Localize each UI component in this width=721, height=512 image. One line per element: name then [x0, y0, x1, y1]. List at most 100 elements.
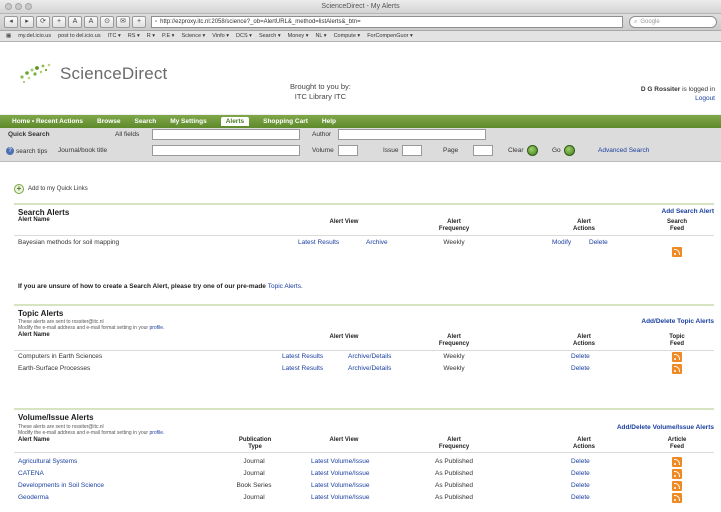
- archive-details-link[interactable]: Archive/Details: [348, 353, 391, 360]
- clear-button[interactable]: [527, 145, 538, 156]
- bookmark-item[interactable]: Search ▾: [259, 33, 281, 39]
- latest-results-link[interactable]: Latest Results: [298, 239, 339, 246]
- topic-alerts-link[interactable]: Topic Alerts.: [268, 283, 303, 290]
- volume-alert-name[interactable]: Geoderma: [18, 494, 49, 501]
- latest-volume-issue-link[interactable]: Latest Volume/Issue: [311, 458, 370, 465]
- nav-alerts[interactable]: Alerts: [220, 117, 250, 126]
- bookmark-item[interactable]: post to del.icio.us: [58, 33, 101, 39]
- stop-button[interactable]: ⊙: [100, 16, 114, 28]
- bookmark-item[interactable]: ForCompenGuor ▾: [367, 33, 413, 39]
- reload-button[interactable]: ⟳: [36, 16, 50, 28]
- archive-link[interactable]: Archive: [366, 239, 388, 246]
- back-button[interactable]: ◂: [4, 16, 18, 28]
- alert-frequency: Weekly: [443, 353, 465, 360]
- premade-alerts-note: If you are unsure of how to create a Sea…: [18, 283, 303, 290]
- bookmark-item[interactable]: Compute ▾: [334, 33, 361, 39]
- nav-browse[interactable]: Browse: [97, 118, 120, 125]
- bookmark-item[interactable]: Money ▾: [288, 33, 309, 39]
- bookmark-item[interactable]: NL ▾: [315, 33, 326, 39]
- text-bigger-button[interactable]: A: [84, 16, 98, 28]
- delete-link[interactable]: Delete: [571, 365, 590, 372]
- rss-feed-icon[interactable]: [672, 493, 682, 503]
- col-alert-actions: Alert Actions: [572, 437, 595, 450]
- bookmark-item[interactable]: P.E ▾: [162, 33, 174, 39]
- go-button[interactable]: [564, 145, 575, 156]
- bookmarks-grid-icon[interactable]: ▦: [6, 33, 11, 39]
- institution-banner: Brought to you by: ITC Library ITC: [290, 82, 351, 102]
- delete-link[interactable]: Delete: [571, 458, 590, 465]
- forward-button[interactable]: ▸: [20, 16, 34, 28]
- delete-link[interactable]: Delete: [589, 239, 608, 246]
- nav-help[interactable]: Help: [322, 118, 336, 125]
- bookmark-item[interactable]: DCS ▾: [236, 33, 252, 39]
- issue-input[interactable]: [402, 145, 422, 156]
- divider: [14, 350, 714, 351]
- alert-frequency: As Published: [435, 494, 473, 501]
- profile-link[interactable]: profile.: [149, 325, 164, 331]
- latest-volume-issue-link[interactable]: Latest Volume/Issue: [311, 470, 370, 477]
- modify-link[interactable]: Modify: [552, 239, 571, 246]
- add-quick-links[interactable]: + Add to my Quick Links: [14, 184, 88, 194]
- journal-label: Journal/book title: [58, 147, 108, 154]
- delete-link[interactable]: Delete: [571, 353, 590, 360]
- text-smaller-button[interactable]: A: [68, 16, 82, 28]
- nav-shopping-cart[interactable]: Shopping Cart: [263, 118, 308, 125]
- bookmark-item[interactable]: RS ▾: [128, 33, 140, 39]
- topic-alerts-title: Topic Alerts: [18, 309, 64, 318]
- volume-alert-name[interactable]: Agricultural Systems: [18, 458, 77, 465]
- volume-input[interactable]: [338, 145, 358, 156]
- bookmark-item[interactable]: my.del.icio.us: [18, 33, 51, 39]
- volume-alerts-profile-note: Modify the e-mail address and e-mail for…: [18, 430, 165, 436]
- delete-link[interactable]: Delete: [571, 482, 590, 489]
- all-fields-input[interactable]: [152, 129, 300, 140]
- sciencedirect-logo[interactable]: ScienceDirect: [18, 63, 167, 85]
- archive-details-link[interactable]: Archive/Details: [348, 365, 391, 372]
- delete-link[interactable]: Delete: [571, 494, 590, 501]
- nav-search[interactable]: Search: [135, 118, 157, 125]
- user-name: D G Rossiter: [640, 86, 681, 93]
- logout-link[interactable]: Logout: [695, 95, 715, 102]
- bookmark-item[interactable]: Vinfo ▾: [212, 33, 229, 39]
- nav-home[interactable]: Home • Recent Actions: [12, 118, 83, 125]
- topic-alert-name: Computers in Earth Sciences: [18, 353, 103, 360]
- logged-in-text: is logged in: [682, 86, 715, 93]
- rss-feed-icon[interactable]: [672, 352, 682, 362]
- mail-button[interactable]: ✉: [116, 16, 130, 28]
- latest-volume-issue-link[interactable]: Latest Volume/Issue: [311, 494, 370, 501]
- add-delete-topic-alerts-link[interactable]: Add/Delete Topic Alerts: [641, 318, 714, 325]
- add-quick-links-label: Add to my Quick Links: [28, 186, 88, 192]
- bookmark-item[interactable]: R ▾: [147, 33, 155, 39]
- rss-feed-icon[interactable]: [672, 469, 682, 479]
- volume-alert-name[interactable]: Developments in Soil Science: [18, 482, 104, 489]
- add-search-alert-link[interactable]: Add Search Alert: [662, 208, 715, 215]
- author-label: Author: [312, 131, 332, 138]
- advanced-search-link[interactable]: Advanced Search: [598, 147, 649, 154]
- rss-feed-icon[interactable]: [672, 364, 682, 374]
- nav-my-settings[interactable]: My Settings: [170, 118, 206, 125]
- search-tips-link[interactable]: ? search tips: [6, 147, 47, 155]
- journal-input[interactable]: [152, 145, 300, 156]
- rss-feed-icon[interactable]: [672, 247, 682, 257]
- col-alert-name: Alert Name: [18, 217, 50, 223]
- rss-feed-icon[interactable]: [672, 457, 682, 467]
- publication-type: Journal: [243, 494, 265, 501]
- latest-results-link[interactable]: Latest Results: [282, 365, 323, 372]
- help-icon: ?: [6, 147, 14, 155]
- browser-search-placeholder: Google: [640, 19, 660, 25]
- delete-link[interactable]: Delete: [571, 470, 590, 477]
- user-box: D G Rossiter is logged in Logout: [641, 85, 715, 103]
- rss-feed-icon[interactable]: [672, 481, 682, 491]
- browser-search-input[interactable]: ⌕ Google: [629, 16, 717, 28]
- latest-volume-issue-link[interactable]: Latest Volume/Issue: [311, 482, 370, 489]
- author-input[interactable]: [338, 129, 486, 140]
- new-tab-button[interactable]: +: [132, 16, 146, 28]
- profile-link[interactable]: profile.: [149, 430, 164, 436]
- add-bookmark-button[interactable]: +: [52, 16, 66, 28]
- bookmark-item[interactable]: ITC ▾: [108, 33, 121, 39]
- volume-alert-name[interactable]: CATENA: [18, 470, 44, 477]
- latest-results-link[interactable]: Latest Results: [282, 353, 323, 360]
- page-input[interactable]: [473, 145, 493, 156]
- add-delete-volume-alerts-link[interactable]: Add/Delete Volume/Issue Alerts: [617, 424, 714, 431]
- address-bar[interactable]: ▫ http://ezproxy.itc.nl:2058/science?_ob…: [151, 16, 623, 28]
- bookmark-item[interactable]: Science ▾: [181, 33, 205, 39]
